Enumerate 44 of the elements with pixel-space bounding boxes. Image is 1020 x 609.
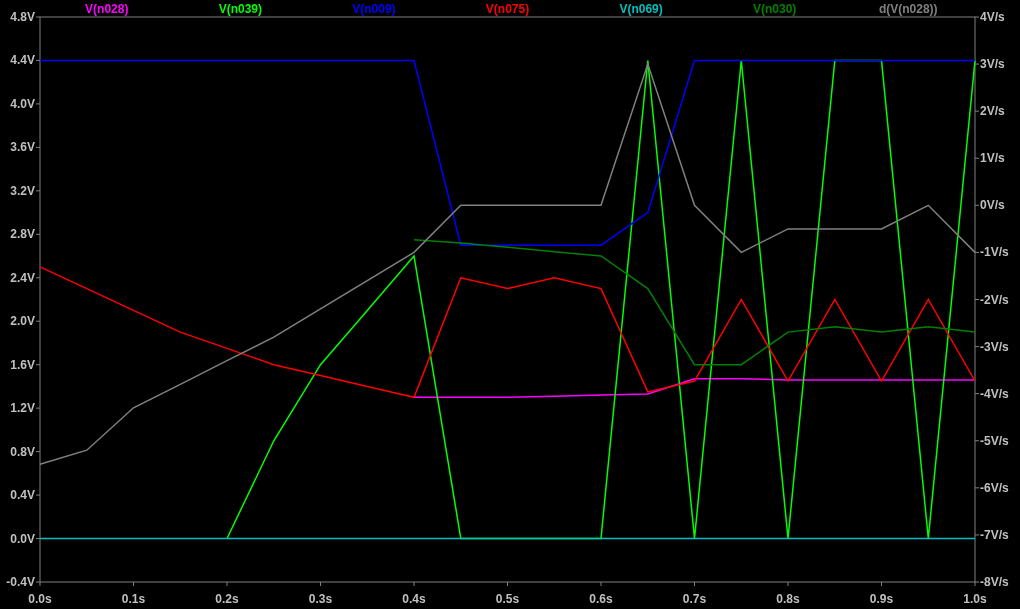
x-axis-tick-label: 0.2s (215, 592, 239, 606)
y-axis-tick-label: 1.6V (10, 357, 35, 372)
y-axis-tick-label: 4.8V (10, 10, 35, 24)
right-axis-tick-label: -5V/s (980, 433, 1009, 448)
y-axis-tick-label: 2.0V (10, 314, 35, 329)
x-axis-tick-label: 0.6s (589, 592, 613, 606)
right-axis-tick-label: 1V/s (980, 151, 1005, 166)
x-axis-tick-label: 0.0s (28, 592, 52, 606)
right-axis-tick-label: -4V/s (980, 386, 1009, 401)
right-axis-tick-label: -1V/s (980, 245, 1009, 260)
trace-legend-label[interactable]: V(n069) (619, 2, 663, 16)
trace-legend-label[interactable]: d(V(n028)) (878, 2, 938, 16)
right-axis-tick-label: 0V/s (980, 198, 1005, 213)
right-axis-tick-label: 3V/s (980, 57, 1005, 72)
trace-legend-label[interactable]: V(n039) (218, 2, 263, 16)
y-axis-tick-label: 2.4V (10, 270, 35, 285)
right-axis-tick-label: -6V/s (980, 480, 1009, 495)
y-axis-tick-label: 0.4V (10, 488, 35, 503)
y-axis-tick-label: 2.8V (10, 227, 35, 242)
trace-legend-label[interactable]: V(n030) (752, 2, 797, 16)
y-axis-tick-label: 3.2V (10, 183, 35, 198)
right-axis-tick-label: -2V/s (980, 292, 1009, 307)
y-axis-tick-label: 3.6V (10, 140, 35, 155)
x-axis-tick-label: 1.0s (963, 592, 987, 606)
y-axis-tick-label: 4.4V (10, 53, 35, 68)
right-axis-tick-label: -3V/s (980, 339, 1009, 354)
right-axis-tick-label: -7V/s (980, 527, 1009, 542)
x-axis-tick-label: 0.1s (121, 592, 146, 606)
x-axis-tick-label: 0.9s (869, 592, 894, 606)
x-axis-tick-label: 0.8s (776, 592, 800, 606)
x-axis-tick-label: 0.5s (495, 592, 520, 606)
right-axis-tick-label: -8V/s (980, 575, 1009, 589)
trace-legend-label[interactable]: V(n075) (485, 2, 530, 16)
y-axis-tick-label: 1.2V (10, 401, 35, 416)
y-axis-tick-label: 0.8V (10, 444, 35, 459)
x-axis-tick-label: 0.7s (682, 592, 707, 606)
trace-legend-label[interactable]: V(n028) (85, 2, 129, 16)
y-axis-tick-label: -0.4V (6, 575, 35, 589)
x-axis-tick-label: 0.3s (308, 592, 333, 606)
y-axis-tick-label: 4.0V (10, 96, 35, 111)
right-axis-tick-label: 2V/s (980, 104, 1005, 119)
right-axis-tick-label: 4V/s (980, 10, 1005, 24)
x-axis-tick-label: 0.4s (402, 592, 426, 606)
y-axis-tick-label: 0.0V (10, 531, 35, 546)
